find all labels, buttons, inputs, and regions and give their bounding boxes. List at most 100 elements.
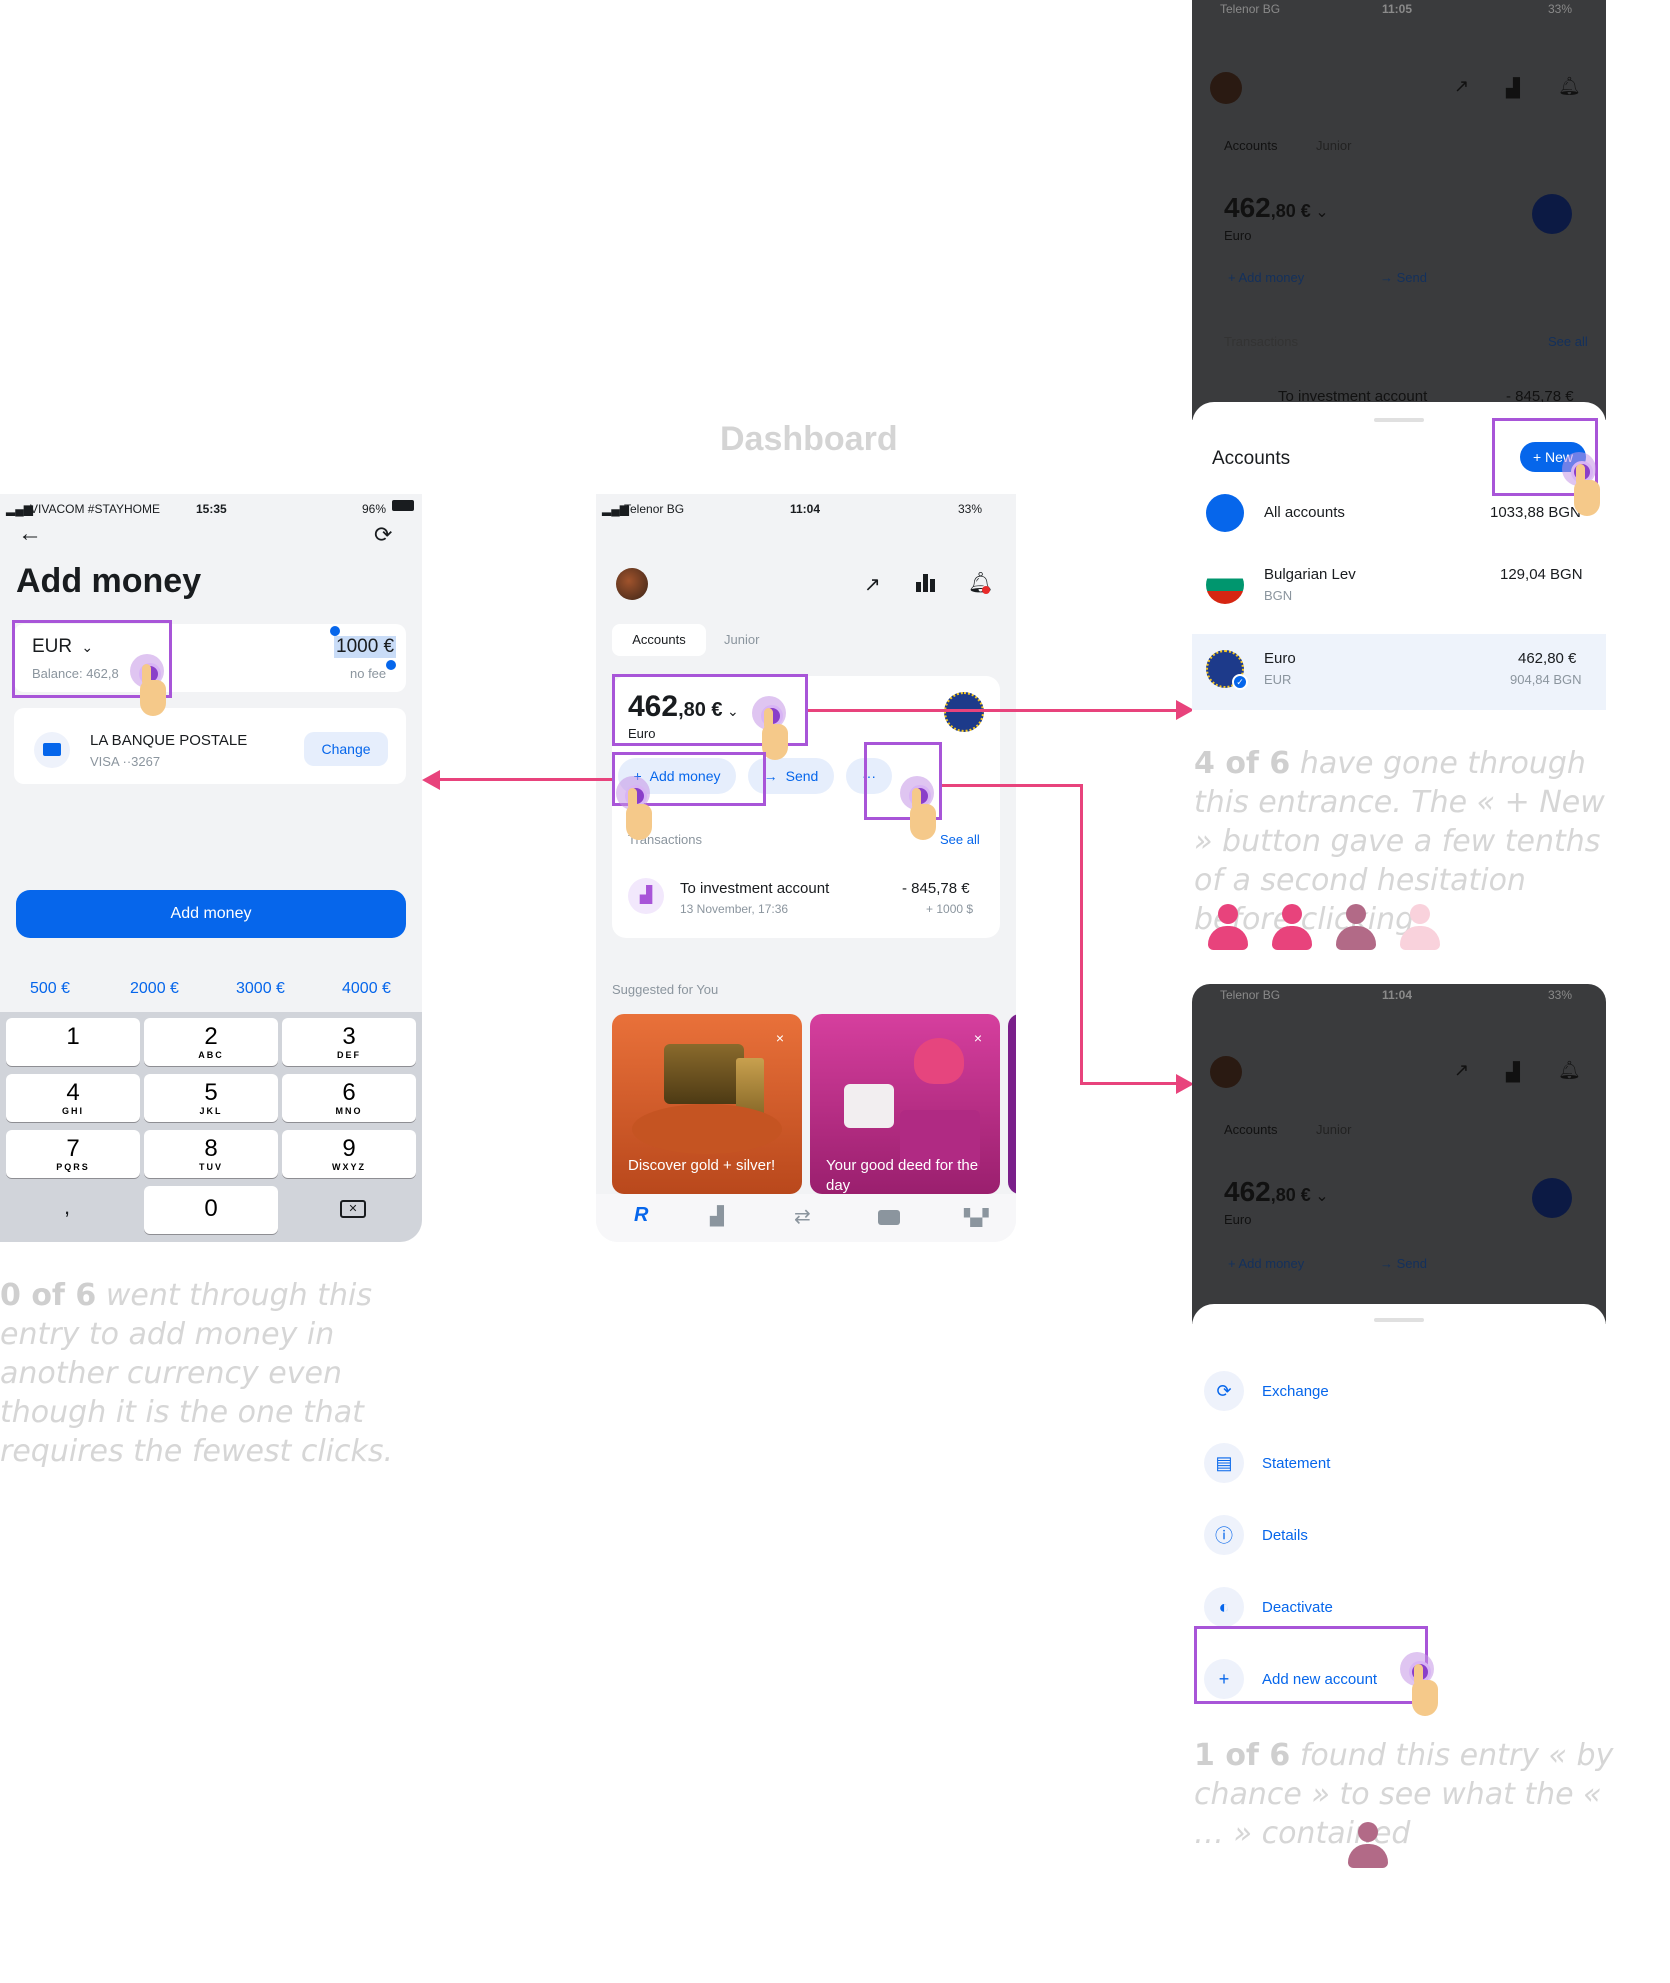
add-money-button: + Add money xyxy=(1228,270,1305,285)
bank-card-icon xyxy=(34,732,70,768)
chart-icon: ▟ xyxy=(1506,78,1520,98)
chart-icon[interactable] xyxy=(916,574,936,592)
exchange-icon: ⟳ xyxy=(1204,1371,1244,1411)
key-4[interactable]: 4 GHI xyxy=(6,1074,140,1122)
gold-card-text: Discover gold + silver! xyxy=(628,1157,776,1174)
key-7[interactable]: 7 PQRS xyxy=(6,1130,140,1178)
person-icon xyxy=(1206,904,1250,952)
eu-flag-icon xyxy=(1532,1178,1572,1218)
arrow-line-more-v xyxy=(1080,784,1083,1084)
status-battery: 33% xyxy=(958,502,983,516)
close-icon[interactable]: × xyxy=(974,1030,982,1046)
add-money-button[interactable]: Add money xyxy=(16,890,406,938)
key-0[interactable]: 0 xyxy=(144,1186,278,1234)
gold-card[interactable]: × Discover gold + silver! xyxy=(612,1014,802,1194)
status-carrier: VIVACOM #STAYHOME xyxy=(30,502,161,516)
arrow-head-left xyxy=(422,770,440,790)
tab-junior[interactable]: Junior xyxy=(724,632,759,647)
tab-accounts: Accounts xyxy=(1224,138,1278,153)
tab-junior: Junior xyxy=(1316,138,1352,153)
account-row-all[interactable]: All accounts 1033,88 BGN xyxy=(1192,494,1606,554)
key-9[interactable]: 9 WXYZ xyxy=(282,1130,416,1178)
account-row-eur[interactable]: ✓ Euro EUR 462,80 € 904,84 BGN xyxy=(1192,650,1606,710)
trending-icon[interactable]: ↗ xyxy=(864,572,881,597)
avatar xyxy=(1210,1056,1242,1088)
trending-icon: ↗ xyxy=(1454,76,1470,96)
nav-home-icon[interactable]: R xyxy=(634,1204,648,1227)
menu-details[interactable]: ⓘ Details xyxy=(1204,1510,1308,1560)
tx-title[interactable]: To investment account xyxy=(680,880,829,897)
backspace-icon[interactable]: ✕ xyxy=(340,1200,366,1218)
tab-accounts[interactable]: Accounts xyxy=(612,624,706,656)
tx-sub-amount: + 1000 $ xyxy=(926,902,974,916)
menu-exchange[interactable]: ⟳ Exchange xyxy=(1204,1366,1329,1416)
battery-icon xyxy=(392,500,414,511)
accounts-screen-dimmed: Telenor BG 11:05 33% ↗ ▟ 🔔︎ Accounts Jun… xyxy=(1192,0,1606,420)
status-time: 11:05 xyxy=(1382,2,1413,16)
suggested-label: Suggested for You xyxy=(612,982,719,997)
menu-label: Details xyxy=(1262,1526,1308,1544)
info-icon: ⓘ xyxy=(1204,1515,1244,1555)
account-name: Euro xyxy=(1264,650,1296,667)
pointer-hand-icon xyxy=(910,788,936,840)
good-deed-card-text: Your good deed for the day xyxy=(826,1157,979,1194)
status-battery: 96% xyxy=(362,502,387,516)
preset-3000[interactable]: 3000 € xyxy=(236,980,285,998)
refresh-icon[interactable]: ⟳ xyxy=(374,522,392,548)
menu-label: Deactivate xyxy=(1262,1598,1333,1616)
person-icon xyxy=(1398,904,1442,952)
see-all-link[interactable]: See all xyxy=(940,832,980,847)
status-time: 11:04 xyxy=(790,502,821,516)
third-card-peek[interactable] xyxy=(1008,1014,1016,1194)
preset-4000[interactable]: 4000 € xyxy=(342,980,391,998)
nav-invest-icon[interactable]: ▟ xyxy=(710,1206,724,1227)
currency-name: Euro xyxy=(1224,1212,1252,1227)
good-deed-card[interactable]: × Your good deed for the day xyxy=(810,1014,1000,1194)
status-carrier: Telenor BG xyxy=(1220,988,1281,1002)
add-money-screen: ▂▄▆ VIVACOM #STAYHOME 15:35 96% ← ⟳ Add … xyxy=(0,494,422,1242)
key-2[interactable]: 2 ABC xyxy=(144,1018,278,1066)
selection-handle-start[interactable] xyxy=(330,626,340,636)
status-carrier: Telenor BG xyxy=(1220,2,1281,16)
page-title: Dashboard xyxy=(720,420,898,458)
chart-icon: ▟ xyxy=(1506,1062,1520,1082)
key-comma[interactable]: , xyxy=(64,1194,70,1220)
preset-2000[interactable]: 2000 € xyxy=(130,980,179,998)
amount-input[interactable]: 1000 € xyxy=(334,636,397,658)
status-battery: 33% xyxy=(1548,2,1573,16)
status-battery: 33% xyxy=(1548,988,1573,1002)
sheet-title: Accounts xyxy=(1212,448,1291,469)
key-3[interactable]: 3 DEF xyxy=(282,1018,416,1066)
nav-transfer-icon[interactable]: ⇄ xyxy=(794,1204,811,1229)
eu-flag-icon[interactable] xyxy=(944,692,984,732)
account-row-bgn[interactable]: Bulgarian Lev BGN 129,04 BGN xyxy=(1192,566,1606,626)
change-button[interactable]: Change xyxy=(304,732,388,766)
key-6[interactable]: 6 MNO xyxy=(282,1074,416,1122)
bulgaria-flag-icon xyxy=(1206,566,1244,604)
key-1[interactable]: 1 xyxy=(6,1018,140,1066)
send-button: → Send xyxy=(1380,1256,1427,1271)
tab-accounts: Accounts xyxy=(1224,1122,1278,1137)
key-8[interactable]: 8 TUV xyxy=(144,1130,278,1178)
selection-handle-end[interactable] xyxy=(386,660,396,670)
trending-icon: ↗ xyxy=(1454,1060,1470,1080)
close-icon[interactable]: × xyxy=(776,1030,784,1046)
preset-500[interactable]: 500 € xyxy=(30,980,70,998)
send-label: Send xyxy=(785,768,819,784)
fee-text: no fee xyxy=(350,666,387,681)
nav-cards-icon[interactable] xyxy=(878,1210,900,1225)
add-money-button: + Add money xyxy=(1228,1256,1305,1271)
avatar xyxy=(1210,72,1242,104)
nav-hub-icon[interactable]: ▚▞ xyxy=(964,1208,989,1228)
status-bar: ▂▄▆ VIVACOM #STAYHOME 15:35 96% xyxy=(0,494,422,520)
key-5[interactable]: 5 JKL xyxy=(144,1074,278,1122)
person-icon xyxy=(1346,1822,1390,1870)
status-bar: Telenor BG 11:05 33% xyxy=(1192,0,1606,26)
menu-statement[interactable]: ▤ Statement xyxy=(1204,1438,1330,1488)
pointer-hand-icon xyxy=(140,664,166,716)
back-arrow-icon[interactable]: ← xyxy=(18,520,42,548)
bell-icon: 🔔︎ xyxy=(1558,76,1581,96)
menu-deactivate[interactable]: ◐ Deactivate xyxy=(1204,1582,1333,1632)
investment-icon: ▟ xyxy=(628,878,664,914)
avatar[interactable] xyxy=(616,568,648,600)
